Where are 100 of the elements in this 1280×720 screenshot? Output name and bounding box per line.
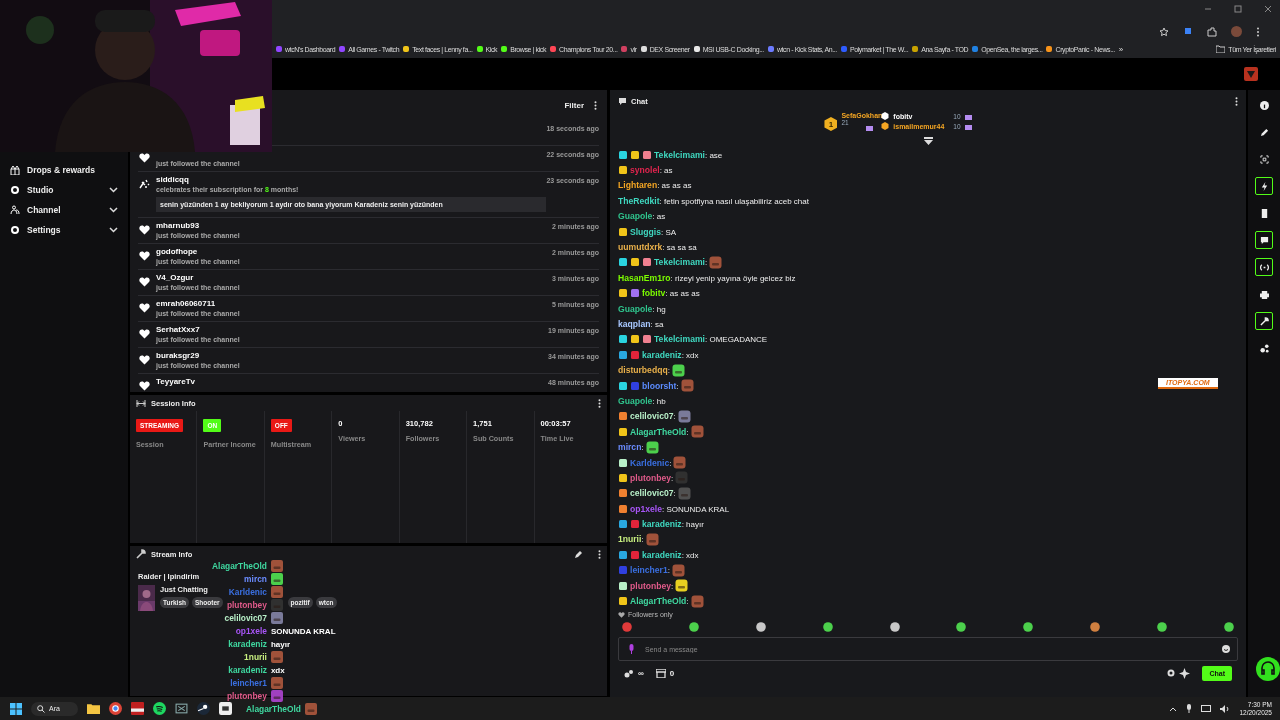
close-icon[interactable]	[1264, 5, 1272, 13]
heart-icon	[139, 355, 150, 365]
more-icon[interactable]	[1235, 96, 1238, 106]
emote-icon	[675, 471, 689, 485]
emote-icon[interactable]	[688, 622, 699, 632]
badge-icon	[630, 349, 640, 360]
chat-message: Lightaren: as as as	[618, 180, 692, 191]
username[interactable]: mharnub93	[156, 221, 552, 231]
points-icon[interactable]	[624, 668, 634, 678]
puzzle-icon[interactable]	[1207, 26, 1217, 37]
sidebar-item[interactable]: Settings	[0, 220, 128, 240]
emote-icon[interactable]	[755, 622, 766, 632]
username[interactable]: SerhatXxx7	[156, 325, 549, 335]
more-icon[interactable]	[598, 549, 601, 559]
username[interactable]: emrah06060711	[156, 299, 552, 309]
menu-icon[interactable]	[1256, 26, 1260, 37]
more-icon[interactable]	[598, 398, 601, 408]
sparkle-icon[interactable]	[1179, 667, 1191, 679]
pencil-icon[interactable]	[574, 549, 583, 559]
overlay-username: AlagarTheOld	[246, 703, 301, 715]
logo-icon[interactable]	[1244, 67, 1258, 81]
start-icon[interactable]	[10, 702, 22, 715]
sidebar-item[interactable]: Channel	[0, 200, 128, 220]
bolt-button[interactable]	[1255, 177, 1273, 195]
chat-message: plutonbey:	[630, 580, 674, 591]
overlay-username: celilovic07	[224, 612, 267, 624]
browser-icon[interactable]	[108, 702, 122, 715]
badge-icon	[618, 426, 628, 437]
emote-icon	[709, 255, 723, 269]
chat-message: 1nurii:	[618, 534, 644, 545]
wrench-icon	[1259, 316, 1269, 326]
emote-icon	[672, 563, 685, 577]
username[interactable]: V4_Ozgur	[156, 273, 552, 283]
emote-icon[interactable]	[956, 622, 967, 632]
badge-icon	[630, 149, 640, 160]
overlay-username: mircn	[244, 573, 267, 585]
username[interactable]: TeyyareTv	[156, 377, 549, 387]
gear-icon	[10, 185, 20, 195]
badge-icon	[618, 596, 628, 606]
chat-message: Tekelcimami:	[654, 257, 708, 268]
emote-icon	[671, 363, 685, 377]
more-icon[interactable]	[594, 100, 597, 110]
star-burst-icon	[139, 179, 150, 189]
emote-icon[interactable]	[1157, 622, 1167, 632]
chat-icon	[618, 97, 627, 105]
star-icon[interactable]	[1159, 26, 1169, 37]
settings-icon[interactable]	[1167, 669, 1176, 677]
broadcast-button[interactable]	[1255, 258, 1273, 276]
music-app-icon[interactable]	[152, 702, 166, 715]
pencil-icon	[1259, 127, 1269, 137]
overlay-message: hayır	[270, 639, 291, 649]
chat-message: karadeniz: xdx	[642, 549, 699, 560]
emote-icon[interactable]	[1223, 622, 1234, 632]
emote-icon[interactable]	[1090, 622, 1101, 632]
steam-icon[interactable]	[196, 702, 210, 715]
search-icon	[37, 704, 45, 713]
chat-message: mircn:	[618, 442, 644, 453]
extension-icon[interactable]	[1183, 26, 1193, 37]
scroll-down-icon[interactable]	[923, 137, 933, 145]
chat-message: fobitv: as as as	[642, 288, 700, 299]
folder-icon	[1216, 45, 1226, 53]
gear-icon	[10, 225, 20, 235]
chat-message: AlagarTheOld:	[630, 426, 689, 437]
chevron-up-icon[interactable]	[1169, 705, 1178, 712]
store-icon[interactable]	[655, 668, 666, 678]
username[interactable]: siddicqq	[156, 175, 547, 185]
chat-icon	[1259, 235, 1269, 245]
chat-button[interactable]	[1255, 231, 1273, 249]
monitor-icon[interactable]	[1201, 704, 1212, 713]
camera-app-icon[interactable]	[218, 702, 232, 715]
app-icon[interactable]	[130, 702, 144, 715]
microphone-icon[interactable]	[1186, 704, 1193, 713]
maximize-icon[interactable]	[1234, 5, 1242, 13]
username[interactable]: godofhope	[156, 247, 552, 257]
filter-button[interactable]: Filter	[564, 100, 584, 110]
more-bookmarks-button[interactable]: »	[1118, 44, 1123, 54]
volume-icon[interactable]	[1220, 704, 1231, 713]
sidebar-item[interactable]: Studio	[0, 180, 128, 200]
badge-icon	[618, 349, 628, 360]
overlay-username: Karldenic	[228, 586, 267, 598]
game-app-icon[interactable]	[174, 702, 188, 715]
badge-icon	[618, 226, 628, 237]
chat-message: Guapole: hg	[618, 303, 666, 314]
chat-message: synolel: as	[630, 165, 673, 176]
badge-icon	[618, 549, 628, 560]
username[interactable]: buraksgr29	[156, 351, 549, 361]
emoji-icon[interactable]	[1222, 645, 1230, 653]
badge-icon	[618, 149, 628, 160]
folder-icon[interactable]	[86, 702, 100, 715]
badge-icon	[618, 411, 628, 422]
badge-icon	[642, 334, 652, 345]
emote-icon[interactable]	[889, 622, 900, 632]
badge-icon	[642, 257, 652, 268]
chat-message: Guapole: as	[618, 211, 666, 222]
emote-icon[interactable]	[822, 622, 833, 632]
sidebar-item[interactable]: Drops & rewards	[0, 160, 128, 180]
emote-icon[interactable]	[1023, 622, 1034, 632]
overlay-username: op1xele	[235, 625, 267, 637]
badge-icon	[618, 503, 628, 514]
wrench-button[interactable]	[1255, 312, 1273, 330]
